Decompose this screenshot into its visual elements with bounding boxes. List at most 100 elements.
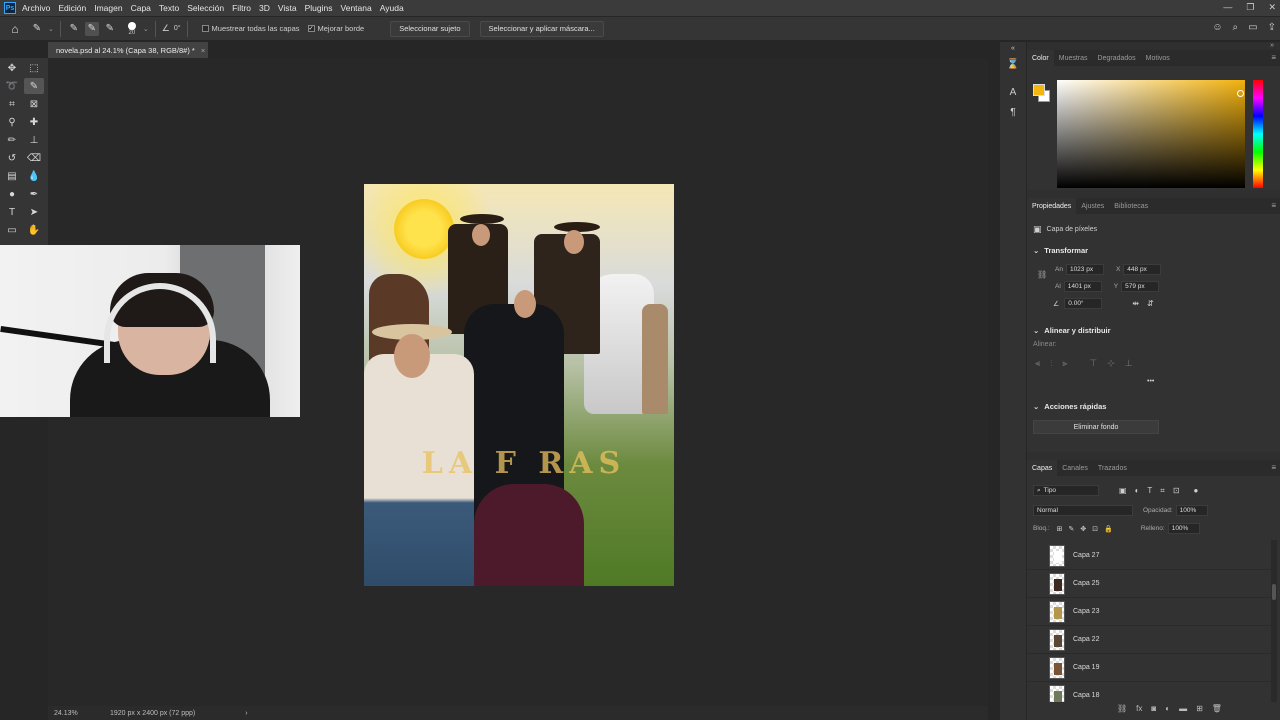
quick-selection-tool-icon[interactable]: ✎ [24,78,44,94]
menu-ayuda[interactable]: Ayuda [380,3,404,13]
filter-pixel-icon[interactable]: ▣ [1119,486,1127,495]
blend-mode-select[interactable]: Normal [1033,505,1133,516]
tool-preset-chevron-icon[interactable]: ⌄ [48,25,54,33]
document-tab[interactable]: novela.psd al 24.1% (Capa 38, RGB/8#) * … [48,42,208,58]
eyedropper-tool-icon[interactable]: ⚲ [2,114,22,130]
close-document-icon[interactable]: × [201,46,205,55]
layers-scrollbar[interactable] [1271,540,1277,702]
restore-icon[interactable]: ❐ [1246,2,1254,13]
tab-properties[interactable]: Propiedades [1027,198,1077,214]
filter-shape-icon[interactable]: ⌗ [1160,486,1165,496]
panel-menu-icon[interactable]: ≡ [1271,53,1276,62]
hand-tool-icon[interactable]: ✋ [24,222,44,238]
menu-ventana[interactable]: Ventana [341,3,372,13]
filter-type-icon[interactable]: T [1147,486,1152,495]
menu-seleccion[interactable]: Selección [187,3,224,13]
checkbox-checked-icon[interactable]: ✓ [307,25,315,32]
share-icon[interactable]: ⇪ [1268,22,1276,33]
align-center-h-icon[interactable]: ⫶ [1050,358,1052,369]
menu-vista[interactable]: Vista [278,3,297,13]
panel-menu-icon[interactable]: ≡ [1271,463,1276,472]
close-icon[interactable]: ✕ [1268,2,1276,13]
fill-field[interactable]: 100% [1167,523,1200,534]
zoom-level[interactable]: 24.13% [48,710,98,717]
color-saturation-field[interactable] [1057,80,1245,188]
visibility-toggle[interactable] [1027,654,1043,682]
align-left-icon[interactable]: ⫷ [1035,358,1040,369]
flip-vertical-icon[interactable]: ⇵ [1147,299,1154,308]
gradient-tool-icon[interactable]: ▤ [2,168,22,184]
align-heading[interactable]: ⌄ Alinear y distribuir [1033,326,1111,335]
tab-libraries[interactable]: Bibliotecas [1109,198,1153,214]
layer-row[interactable]: Capa 25 [1027,570,1271,598]
height-field[interactable]: 1401 px [1063,281,1102,292]
transform-heading[interactable]: ⌄ Transformar [1033,246,1088,255]
align-right-icon[interactable]: ⫸ [1062,358,1067,369]
new-layer-icon[interactable]: ⊞ [1196,704,1203,713]
move-tool-icon[interactable]: ✥ [2,60,22,76]
frame-tool-icon[interactable]: ⊠ [24,96,44,112]
scrollbar-thumb[interactable] [1272,584,1276,600]
color-picker-cursor[interactable] [1237,90,1244,97]
flip-horizontal-icon[interactable]: ⇹ [1132,299,1139,308]
layer-row[interactable]: Capa 19 [1027,654,1271,682]
link-dimensions-icon[interactable]: ⛓ [1037,270,1047,279]
character-panel-icon[interactable]: A [1000,82,1026,102]
document-canvas[interactable]: LA F RAS [364,184,674,586]
menu-filtro[interactable]: Filtro [232,3,251,13]
search-icon[interactable]: ⌕ [1233,22,1239,33]
align-bottom-icon[interactable]: ⊥ [1125,358,1133,369]
new-selection-icon[interactable]: ✎ [67,22,81,36]
menu-imagen[interactable]: Imagen [94,3,122,13]
quick-actions-heading[interactable]: ⌄ Acciones rápidas [1033,402,1106,411]
menu-plugins[interactable]: Plugins [305,3,333,13]
tab-paths[interactable]: Trazados [1093,460,1132,476]
add-mask-icon[interactable]: ◙ [1151,704,1156,713]
tab-layers[interactable]: Capas [1027,460,1058,476]
filter-adjustment-icon[interactable]: ◐ [1135,486,1140,495]
more-options-icon[interactable]: ••• [1147,378,1154,385]
subtract-from-selection-icon[interactable]: ✎ [103,22,117,36]
brush-picker-chevron-icon[interactable]: ⌄ [143,25,149,33]
angle-field[interactable]: 0.00° [1064,298,1103,309]
tab-patterns[interactable]: Motivos [1141,50,1175,66]
menu-archivo[interactable]: Archivo [22,3,50,13]
layer-style-icon[interactable]: fx [1136,704,1142,713]
lasso-tool-icon[interactable]: ➰ [2,78,22,94]
checkbox-box[interactable] [201,25,209,32]
layer-kind-filter[interactable]: ⌕ Tipo [1033,485,1099,496]
new-group-icon[interactable]: ▬ [1179,704,1187,713]
angle-value[interactable]: 0° [174,25,181,32]
minimize-icon[interactable]: — [1223,2,1232,13]
marquee-tool-icon[interactable]: ⬚ [24,60,44,76]
status-menu-arrow-icon[interactable]: › [245,710,247,717]
filter-smart-object-icon[interactable]: ⊡ [1173,486,1180,495]
layer-row[interactable]: Capa 18 [1027,682,1271,702]
tab-adjustments[interactable]: Ajustes [1076,198,1109,214]
opacity-field[interactable]: 100% [1175,505,1208,516]
visibility-toggle[interactable] [1027,570,1043,598]
foreground-color-swatch[interactable] [1033,84,1045,96]
select-subject-button[interactable]: Seleccionar sujeto [390,20,470,37]
path-selection-icon[interactable]: ➤ [24,204,44,220]
brush-tool-icon[interactable]: ✏ [2,132,22,148]
dodge-tool-icon[interactable]: ● [2,186,22,202]
healing-brush-icon[interactable]: ✚ [24,114,44,130]
enhance-edge-checkbox[interactable]: ✓ Mejorar borde [307,24,364,33]
quick-selection-tool-icon[interactable]: ✎ [30,22,44,36]
discover-icon[interactable]: ☺ [1212,22,1222,33]
hue-slider[interactable] [1253,80,1263,188]
delete-layer-icon[interactable]: 🗑 [1212,704,1222,713]
remove-background-button[interactable]: Eliminar fondo [1033,420,1159,434]
tab-swatches[interactable]: Muestras [1054,50,1093,66]
x-field[interactable]: 448 px [1123,264,1162,275]
menu-3d[interactable]: 3D [259,3,270,13]
y-field[interactable]: 579 px [1121,281,1160,292]
align-middle-v-icon[interactable]: ⊹ [1107,358,1115,369]
crop-tool-icon[interactable]: ⌗ [2,96,22,112]
pen-tool-icon[interactable]: ✒ [24,186,44,202]
width-field[interactable]: 1023 px [1065,264,1104,275]
adjustment-layer-icon[interactable]: ◐ [1165,704,1170,713]
add-to-selection-icon[interactable]: ✎ [84,21,99,36]
blur-tool-icon[interactable]: 💧 [24,168,44,184]
